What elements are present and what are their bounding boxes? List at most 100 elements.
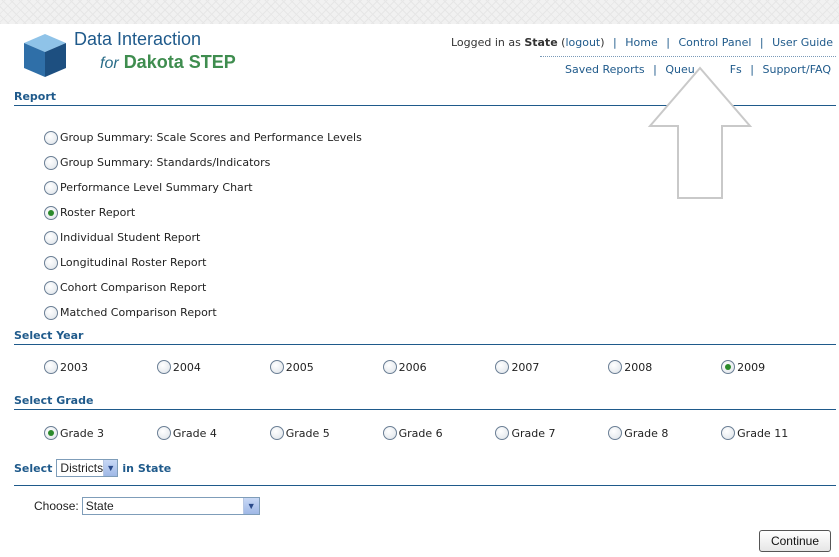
radio-label: Grade 3	[60, 426, 105, 440]
year-options: 2003 2004 2005 2006 2007 2008 2009	[44, 360, 834, 374]
radio-unchecked-icon[interactable]	[269, 360, 284, 374]
logged-in-user: State	[524, 36, 558, 49]
radio-unchecked-icon[interactable]	[495, 426, 510, 440]
radio-label: Longitudinal Roster Report	[60, 256, 207, 269]
radio-option[interactable]: Group Summary: Scale Scores and Performa…	[44, 125, 362, 150]
radio-label: Roster Report	[60, 206, 136, 219]
support-faq-link[interactable]: Support/FAQ	[763, 63, 832, 76]
radio-unchecked-icon[interactable]	[44, 155, 58, 170]
chevron-down-icon: ▼	[242, 498, 259, 514]
radio-label: Matched Comparison Report	[60, 306, 217, 319]
pointer-arrow-icon	[647, 66, 753, 199]
radio-label: 2005	[285, 360, 314, 374]
radio-unchecked-icon[interactable]	[382, 360, 397, 374]
year-section-title: Select Year	[14, 329, 84, 342]
radio-label: Grade 6	[398, 426, 443, 440]
grade-section-header: Select Grade	[14, 393, 836, 410]
radio-checked-icon[interactable]	[44, 426, 58, 440]
radio-label: Grade 7	[511, 426, 556, 440]
choose-dropdown-value: State	[85, 499, 114, 513]
radio-unchecked-icon[interactable]	[608, 426, 623, 440]
radio-label: Cohort Comparison Report	[60, 281, 207, 294]
radio-unchecked-icon[interactable]	[269, 426, 284, 440]
radio-option[interactable]: 2005	[269, 360, 383, 374]
continue-button[interactable]: Continue	[759, 530, 831, 552]
app-subtitle-brand: Dakota STEP	[123, 52, 236, 72]
choose-dropdown[interactable]: State ▼	[81, 497, 260, 515]
radio-option[interactable]: 2003	[44, 360, 157, 374]
radio-unchecked-icon[interactable]	[44, 280, 58, 295]
radio-option[interactable]: Individual Student Report	[44, 225, 362, 250]
radio-option[interactable]: Longitudinal Roster Report	[44, 250, 362, 275]
radio-label: Performance Level Summary Chart	[60, 181, 253, 194]
radio-label: Grade 5	[285, 426, 330, 440]
radio-option[interactable]: Grade 11	[721, 426, 834, 440]
radio-unchecked-icon[interactable]	[44, 255, 58, 270]
radio-option[interactable]: 2009	[721, 360, 834, 374]
radio-unchecked-icon[interactable]	[44, 230, 58, 245]
radio-label: Grade 11	[737, 426, 789, 440]
app-title: Data Interaction	[74, 29, 202, 49]
radio-option[interactable]: 2008	[608, 360, 721, 374]
radio-option[interactable]: Performance Level Summary Chart	[44, 175, 362, 200]
home-link[interactable]: Home	[625, 36, 657, 49]
scope-select-suffix: in State	[122, 461, 172, 475]
radio-checked-icon[interactable]	[721, 360, 736, 374]
radio-option[interactable]: Grade 8	[608, 426, 721, 440]
radio-unchecked-icon[interactable]	[44, 180, 58, 195]
radio-unchecked-icon[interactable]	[721, 426, 736, 440]
radio-option[interactable]: Group Summary: Standards/Indicators	[44, 150, 362, 175]
radio-option[interactable]: Grade 5	[269, 426, 383, 440]
radio-label: 2009	[737, 360, 766, 374]
header-pattern-band	[0, 0, 839, 24]
radio-option[interactable]: 2004	[156, 360, 270, 374]
radio-option[interactable]: 2007	[495, 360, 608, 374]
grade-options: Grade 3 Grade 4 Grade 5 Grade 6 Grade 7 Grade…	[44, 426, 834, 440]
radio-label: 2007	[511, 360, 540, 374]
grade-section-title: Select Grade	[14, 394, 94, 407]
radio-unchecked-icon[interactable]	[608, 360, 623, 374]
scope-dropdown[interactable]: Districts ▼	[56, 459, 119, 477]
radio-label: 2008	[624, 360, 653, 374]
radio-unchecked-icon[interactable]	[156, 426, 171, 440]
user-guide-link[interactable]: User Guide	[772, 36, 833, 49]
app-subtitle-for: for	[100, 55, 119, 72]
radio-label: Group Summary: Scale Scores and Performa…	[60, 131, 362, 144]
choose-label: Choose:	[34, 499, 79, 513]
radio-unchecked-icon[interactable]	[44, 130, 58, 145]
radio-option[interactable]: Roster Report	[44, 200, 362, 225]
scope-dropdown-value: Districts	[60, 461, 104, 475]
radio-option[interactable]: Matched Comparison Report	[44, 300, 362, 325]
logged-in-prefix: Logged in as	[450, 36, 521, 49]
radio-unchecked-icon[interactable]	[156, 360, 171, 374]
report-options: Group Summary: Scale Scores and Performa…	[44, 125, 362, 325]
top-navigation: Logged in as State (logout) | Home | Con…	[450, 36, 833, 49]
saved-reports-link[interactable]: Saved Reports	[565, 63, 645, 76]
year-section-header: Select Year	[14, 328, 836, 345]
radio-option[interactable]: 2006	[382, 360, 496, 374]
chevron-down-icon: ▼	[103, 460, 118, 476]
radio-label: 2003	[60, 360, 88, 374]
radio-option[interactable]: Cohort Comparison Report	[44, 275, 362, 300]
app-subtitle: for Dakota STEP	[100, 52, 236, 73]
radio-label: Grade 8	[624, 426, 669, 440]
radio-label: 2004	[172, 360, 201, 374]
radio-label: 2006	[398, 360, 427, 374]
choose-line: Choose: State ▼	[34, 497, 260, 515]
logo-cube-icon	[24, 34, 66, 77]
radio-option[interactable]: Grade 6	[382, 426, 496, 440]
radio-unchecked-icon[interactable]	[495, 360, 510, 374]
radio-label: Individual Student Report	[60, 231, 201, 244]
radio-unchecked-icon[interactable]	[44, 305, 58, 320]
radio-option[interactable]: Grade 4	[156, 426, 270, 440]
radio-unchecked-icon[interactable]	[382, 426, 397, 440]
radio-unchecked-icon[interactable]	[44, 360, 58, 374]
radio-label: Group Summary: Standards/Indicators	[60, 156, 271, 169]
radio-option[interactable]: Grade 3	[44, 426, 157, 440]
radio-checked-icon[interactable]	[44, 205, 58, 220]
nav-divider	[540, 56, 836, 57]
radio-option[interactable]: Grade 7	[495, 426, 608, 440]
control-panel-link[interactable]: Control Panel	[678, 36, 751, 49]
logout-link[interactable]: logout	[565, 36, 600, 49]
scope-select-prefix: Select	[14, 461, 53, 475]
